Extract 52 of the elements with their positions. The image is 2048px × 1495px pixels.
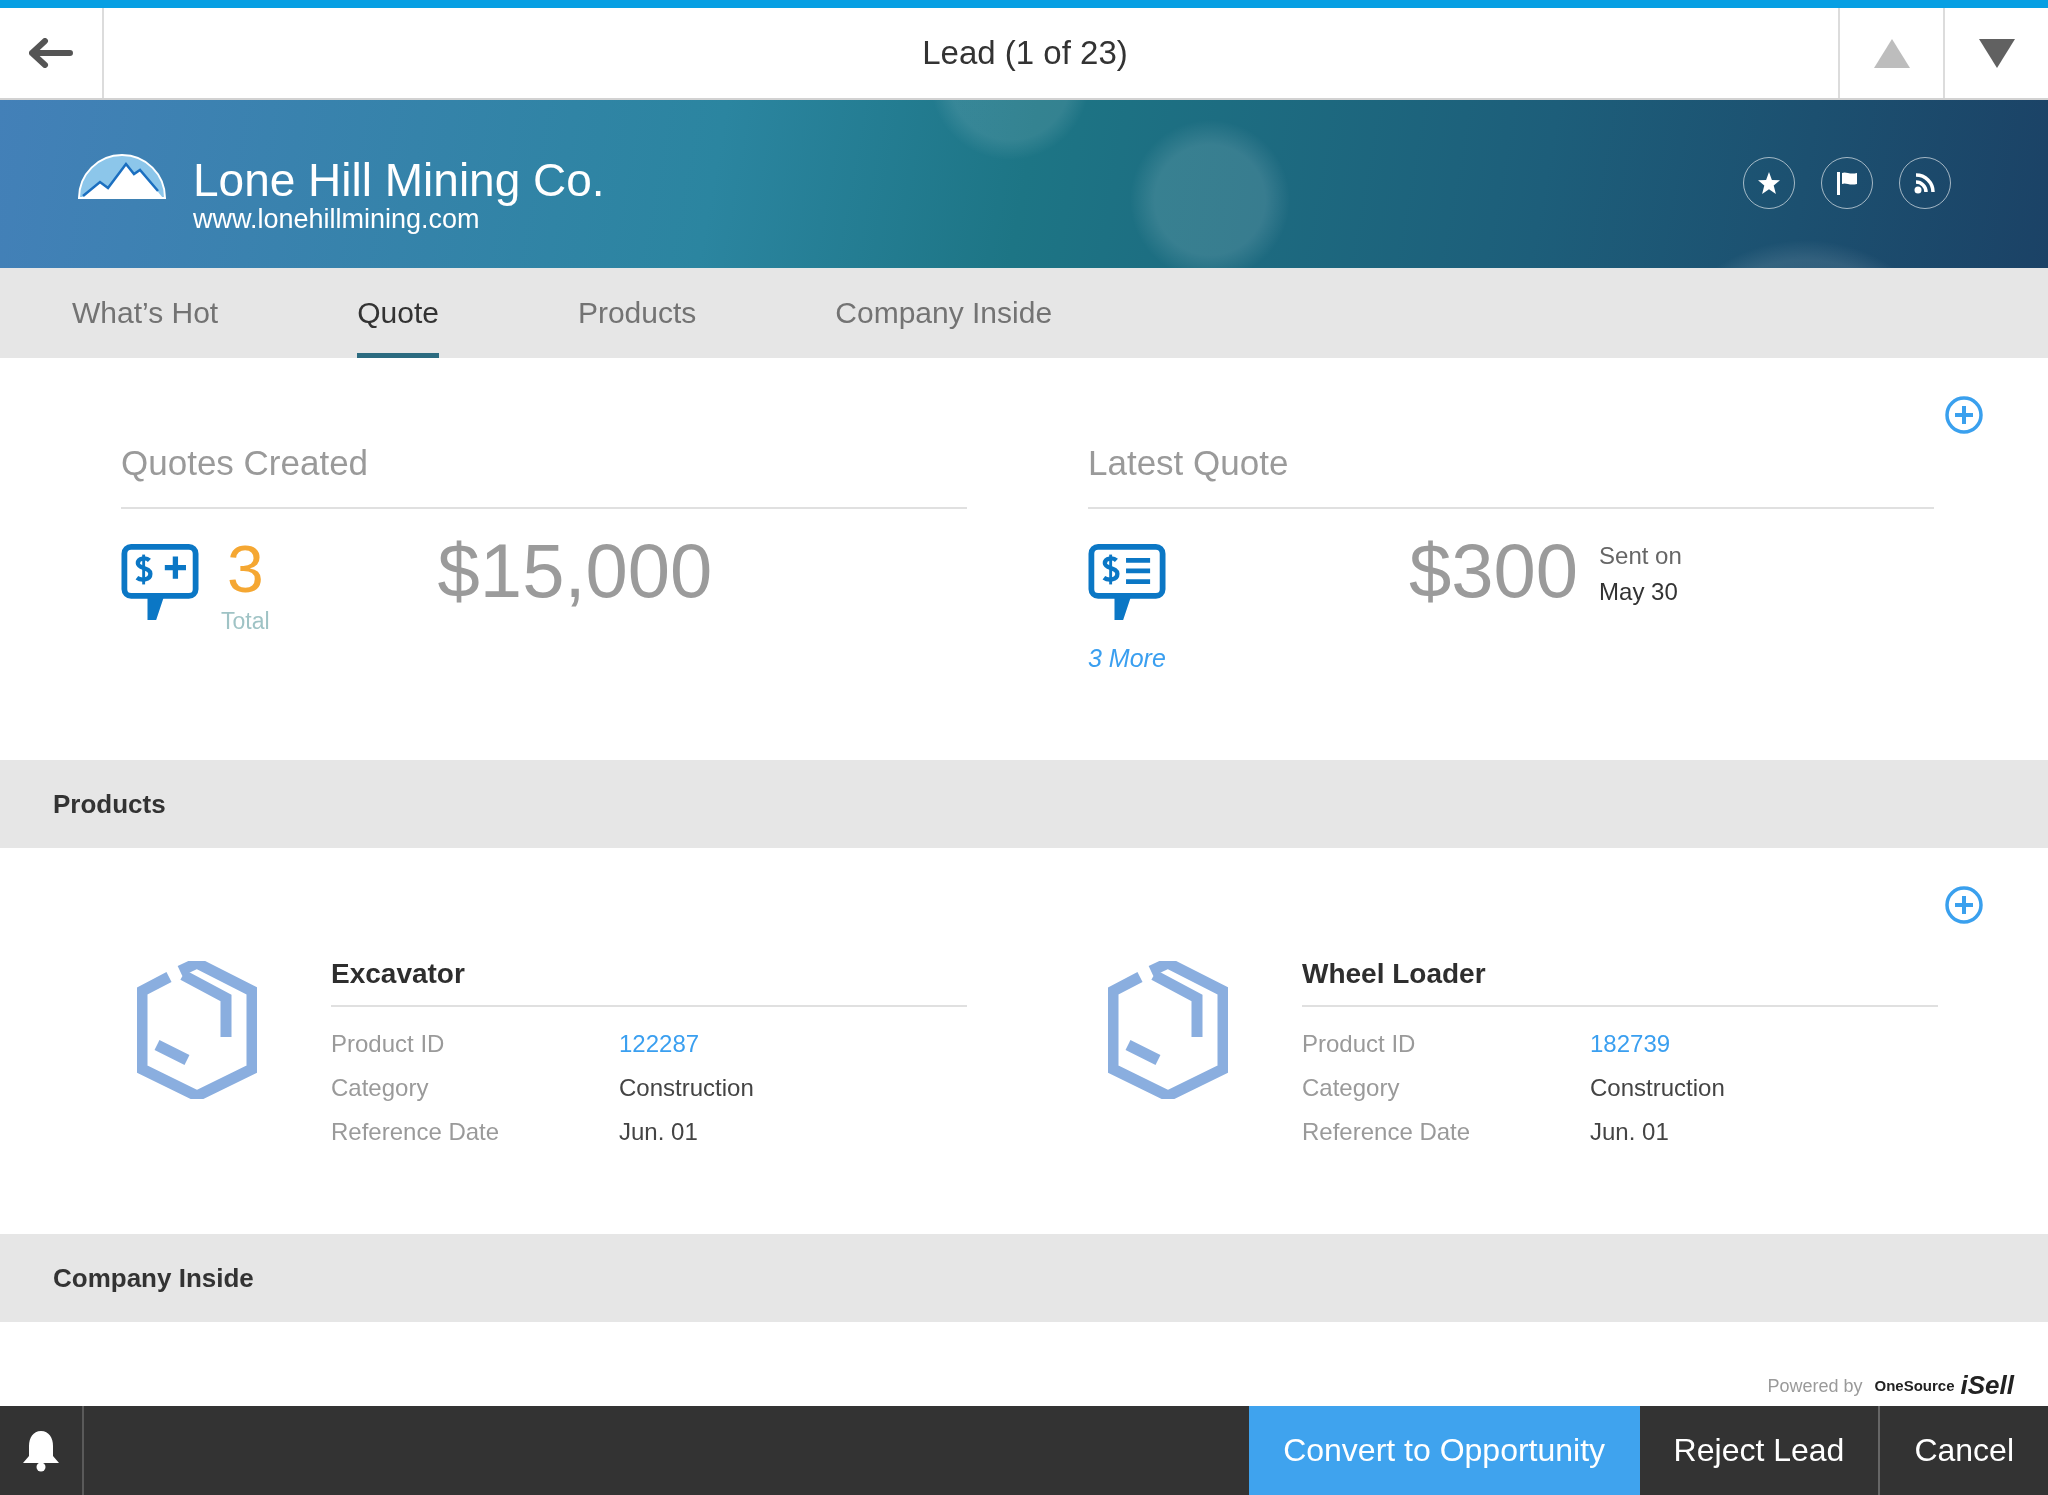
product-id-link[interactable]: 122287 — [619, 1030, 700, 1058]
up-triangle-icon — [1873, 38, 1910, 68]
dollar-plus-speech-bubble-icon — [121, 544, 199, 621]
flag-icon — [1836, 171, 1858, 195]
tab[interactable]: What’s Hot — [72, 268, 219, 358]
dollar-list-speech-bubble-icon — [1088, 544, 1166, 621]
field-value: Construction — [619, 1074, 754, 1102]
bell-icon — [21, 1429, 61, 1472]
more-quotes-link[interactable]: 3 More — [1088, 643, 1166, 673]
products-section-title: Products — [53, 788, 166, 820]
total-amount: $15,000 — [437, 533, 713, 609]
quotes-created-title: Quotes Created — [121, 443, 370, 483]
page-title: Lead (1 of 23) — [921, 33, 1129, 73]
field-label: Product ID — [331, 1030, 445, 1058]
product-name: Wheel Loader — [1302, 957, 1487, 991]
product-name: Excavator — [331, 957, 466, 991]
back-arrow-icon — [29, 38, 73, 68]
count-label: Total — [221, 608, 270, 634]
company-name: Lone Hill Mining Co. — [193, 156, 605, 204]
add-quote-button[interactable] — [1945, 396, 1983, 434]
field-label: Category — [331, 1074, 429, 1102]
quote-count: 3 — [226, 536, 264, 602]
add-icon — [1945, 886, 1983, 924]
company-inside-section-title: Company Inside — [53, 1262, 254, 1294]
tab[interactable]: Quote — [357, 268, 439, 358]
brand-name: OneSource — [1874, 1376, 1955, 1396]
add-product-button[interactable] — [1945, 886, 1983, 924]
field-label: Reference Date — [1302, 1118, 1471, 1146]
down-triangle-icon — [1978, 38, 2015, 68]
sent-label: Sent on — [1599, 541, 1682, 571]
field-value: Jun. 01 — [619, 1118, 698, 1146]
hexagon-box-icon — [1108, 961, 1228, 1099]
product-id-link[interactable]: 182739 — [1590, 1030, 1671, 1058]
field-label: Product ID — [1302, 1030, 1416, 1058]
hexagon-box-icon — [137, 961, 257, 1099]
powered-by-label: Powered by — [1767, 1375, 1863, 1398]
tab[interactable]: Products — [577, 268, 697, 358]
field-label: Reference Date — [331, 1118, 500, 1146]
sent-date: May 30 — [1599, 577, 1679, 607]
field-label: Category — [1302, 1074, 1400, 1102]
product-logo-text: iSell — [1960, 1370, 2014, 1400]
action-button[interactable]: Convert to Opportunity — [1248, 1406, 1640, 1495]
mountain-logo-icon — [78, 153, 166, 199]
latest-quote-title: Latest Quote — [1088, 443, 1290, 483]
tab[interactable]: Company Inside — [835, 268, 1053, 358]
latest-quote-amount: $300 — [1409, 533, 1579, 609]
company-website: www.lonehillmining.com — [193, 204, 480, 234]
add-icon — [1945, 396, 1983, 434]
field-value: Construction — [1590, 1074, 1725, 1102]
field-value: Jun. 01 — [1590, 1118, 1669, 1146]
rss-icon — [1914, 172, 1936, 194]
star-icon — [1757, 171, 1781, 195]
